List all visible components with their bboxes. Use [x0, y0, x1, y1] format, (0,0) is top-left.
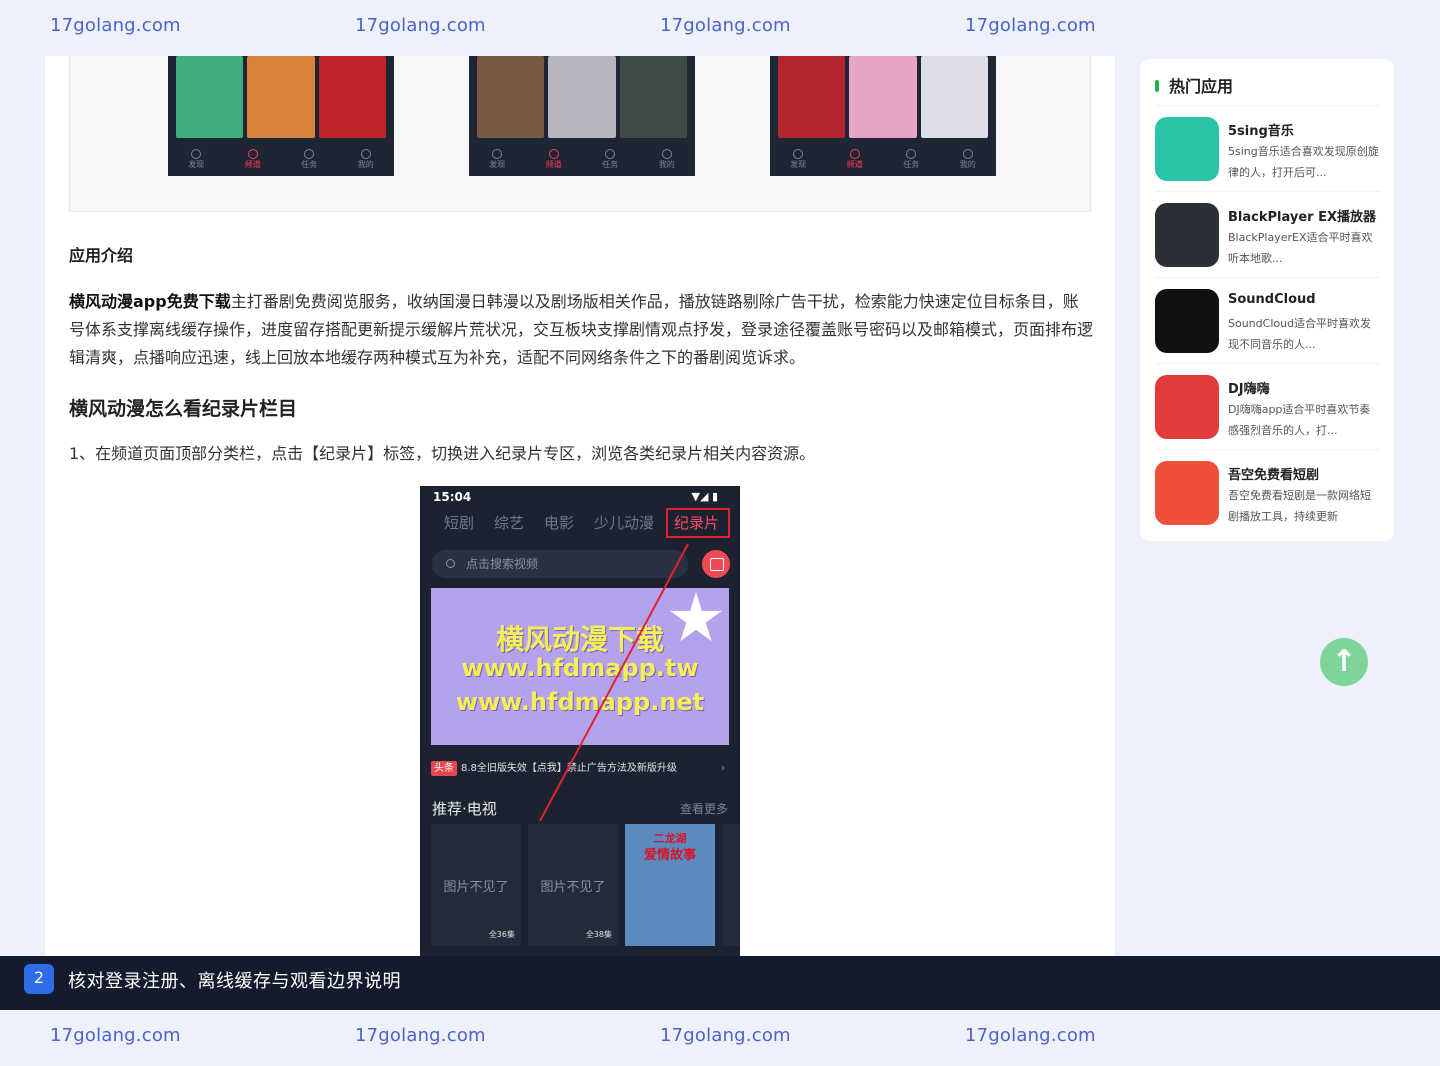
watermark-text: 17golang.com	[660, 1025, 791, 1046]
app-list-item[interactable]: DJ嗨嗨 DJ嗨嗨app适合平时喜欢节奏感强烈音乐的人，打...	[1155, 363, 1380, 449]
watermark-text: 17golang.com	[660, 15, 791, 36]
app-name[interactable]: BlackPlayer EX播放器	[1228, 206, 1376, 225]
play-icon	[849, 149, 860, 159]
tab-channel: 频道	[847, 149, 863, 170]
app-screenshot[interactable]: 发现 频道 任务 我的	[168, 56, 394, 176]
tab-tasks: 任务	[903, 149, 919, 170]
tab-bar: 发现 频道 任务 我的	[770, 149, 996, 170]
dj-icon[interactable]	[1155, 375, 1219, 439]
annotation-arrow	[539, 543, 689, 822]
tab-bar: 发现 频道 任务 我的	[168, 149, 394, 170]
app-list-item[interactable]: BlackPlayer EX播放器 BlackPlayerEX适合平时喜欢听本地歌…	[1155, 191, 1380, 277]
app-name[interactable]: DJ嗨嗨	[1228, 378, 1270, 397]
app-description: SoundCloud适合平时喜欢发现不同音乐的人...	[1228, 317, 1372, 351]
tab-discover: 发现	[489, 149, 505, 170]
intro-app-name: 横风动漫app免费下载	[69, 292, 231, 311]
app-description: BlackPlayerEX适合平时喜欢听本地歌...	[1228, 231, 1373, 265]
arrow-up-icon: ↑	[1331, 644, 1357, 679]
play-icon	[247, 149, 258, 159]
tab-tasks: 任务	[602, 149, 618, 170]
tab-bar: 发现 频道 任务 我的	[469, 149, 695, 170]
app-list-item[interactable]: 5sing音乐 5sing音乐适合喜欢发现原创旋律的人，打开后可...	[1155, 105, 1380, 191]
toc-bar[interactable]: 2 核对登录注册、离线缓存与观看边界说明	[0, 956, 1440, 1010]
app-description: 5sing音乐适合喜欢发现原创旋律的人，打开后可...	[1228, 145, 1379, 179]
poster-image	[477, 56, 545, 138]
5sing-icon[interactable]	[1155, 117, 1219, 181]
tab-discover: 发现	[790, 149, 806, 170]
hot-apps-sidebar: 热门应用 5sing音乐 5sing音乐适合喜欢发现原创旋律的人，打开后可... B…	[1140, 59, 1394, 541]
watermark-bar-bottom: 17golang.com 17golang.com 17golang.com 1…	[0, 1010, 1440, 1066]
toc-title: 核对登录注册、离线缓存与观看边界说明	[68, 971, 401, 992]
task-icon	[906, 149, 917, 159]
app-name[interactable]: 5sing音乐	[1228, 120, 1294, 139]
intro-paragraph: 横风动漫app免费下载主打番剧免费阅览服务，收纳国漫日韩漫以及剧场版相关作品，播…	[69, 288, 1093, 372]
discover-icon	[492, 149, 503, 159]
user-icon	[360, 149, 371, 159]
soundcloud-icon[interactable]	[1155, 289, 1219, 353]
discover-icon	[191, 149, 202, 159]
toc-number: 2	[24, 964, 54, 994]
watermark-text: 17golang.com	[355, 1025, 486, 1046]
watermark-text: 17golang.com	[50, 15, 181, 36]
article-content: 发现 频道 任务 我的 发现 频道 任务 我的 发现 频道 任务 我的 应用介绍…	[45, 56, 1115, 956]
watermark-bar-top: 17golang.com 17golang.com 17golang.com 1…	[0, 0, 1440, 56]
task-icon	[605, 149, 616, 159]
back-to-top-button[interactable]: ↑	[1320, 638, 1368, 686]
app-list-item[interactable]: SoundCloud SoundCloud适合平时喜欢发现不同音乐的人...	[1155, 277, 1380, 363]
poster-row	[778, 56, 988, 138]
tab-tasks: 任务	[301, 149, 317, 170]
user-icon	[661, 149, 672, 159]
poster-image	[778, 56, 846, 138]
watermark-text: 17golang.com	[355, 15, 486, 36]
sidebar-title: 热门应用	[1155, 73, 1233, 97]
app-name[interactable]: SoundCloud	[1228, 292, 1316, 307]
user-icon	[962, 149, 973, 159]
discover-icon	[793, 149, 804, 159]
wukong-icon[interactable]	[1155, 461, 1219, 525]
tab-discover: 发现	[188, 149, 204, 170]
watermark-text: 17golang.com	[50, 1025, 181, 1046]
tab-mine: 我的	[358, 149, 374, 170]
poster-image	[920, 56, 988, 138]
watermark-text: 17golang.com	[965, 15, 1096, 36]
poster-row	[477, 56, 687, 138]
app-screenshot[interactable]: 发现 频道 任务 我的	[770, 56, 996, 176]
poster-image	[318, 56, 386, 138]
screenshot-gallery: 发现 频道 任务 我的 发现 频道 任务 我的 发现 频道 任务 我的	[69, 56, 1091, 212]
documentary-screenshot[interactable]: 15:04 ▼◢ ▮ 短剧 综艺 电影 少儿动漫 纪录片 点击搜索视频 横风动漫…	[420, 486, 740, 956]
poster-row	[176, 56, 386, 138]
poster-image	[247, 56, 315, 138]
blackplayer-icon[interactable]	[1155, 203, 1219, 267]
poster-image	[176, 56, 244, 138]
watermark-text: 17golang.com	[965, 1025, 1096, 1046]
tab-mine: 我的	[960, 149, 976, 170]
poster-image	[619, 56, 687, 138]
tab-mine: 我的	[659, 149, 675, 170]
app-name[interactable]: 吾空免费看短剧	[1228, 464, 1319, 483]
app-description: DJ嗨嗨app适合平时喜欢节奏感强烈音乐的人，打...	[1228, 403, 1371, 437]
play-icon	[548, 149, 559, 159]
title-accent	[1155, 80, 1159, 92]
tab-channel: 频道	[546, 149, 562, 170]
app-list-item[interactable]: 吾空免费看短剧吾空免费看短剧是一款网络短剧播放工具，持续更新	[1155, 449, 1380, 535]
tab-channel: 频道	[245, 149, 261, 170]
step-text: 1、在频道页面顶部分类栏，点击【纪录片】标签，切换进入纪录片专区，浏览各类纪录片…	[69, 444, 816, 463]
poster-image	[548, 56, 616, 138]
poster-image	[849, 56, 917, 138]
task-icon	[304, 149, 315, 159]
app-screenshot[interactable]: 发现 频道 任务 我的	[469, 56, 695, 176]
app-description: 吾空免费看短剧是一款网络短剧播放工具，持续更新	[1228, 489, 1371, 523]
section-heading: 横风动漫怎么看纪录片栏目	[69, 398, 298, 420]
intro-heading: 应用介绍	[69, 246, 134, 265]
